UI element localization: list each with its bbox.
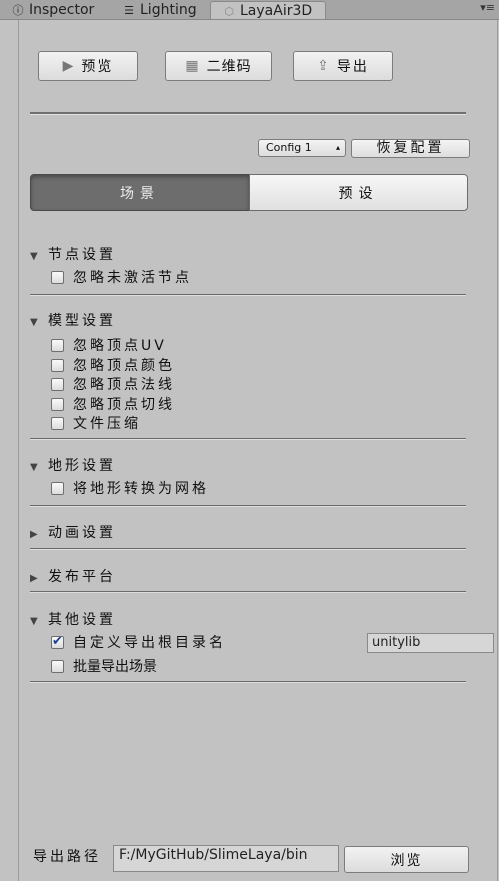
section-other-header[interactable]: ▼ 其他设置 bbox=[30, 610, 116, 630]
divider bbox=[30, 548, 466, 550]
info-icon: ⓘ bbox=[12, 4, 24, 17]
tab-inspector-label: Inspector bbox=[29, 2, 95, 18]
expanded-triangle-icon: ▼ bbox=[30, 462, 38, 473]
laya-icon: ⬡ bbox=[224, 5, 234, 18]
tab-preset[interactable]: 预设 bbox=[249, 174, 468, 211]
option-label: 自定义导出根目录名 bbox=[73, 635, 226, 651]
tab-scene[interactable]: 场景 bbox=[30, 174, 250, 211]
section-animation-title: 动画设置 bbox=[48, 525, 116, 541]
divider bbox=[30, 681, 466, 683]
option-terrain-to-mesh[interactable]: 将地形转换为网格 bbox=[51, 480, 209, 498]
option-ignore-vertex-color[interactable]: 忽略顶点颜色 bbox=[51, 357, 175, 375]
section-model-header[interactable]: ▼ 模型设置 bbox=[30, 311, 116, 331]
checkbox-checked[interactable] bbox=[51, 633, 64, 651]
option-ignore-inactive-nodes[interactable]: 忽略未激活节点 bbox=[51, 269, 192, 287]
section-animation-header[interactable]: ▶ 动画设置 bbox=[30, 523, 116, 543]
option-label: 忽略顶点颜色 bbox=[73, 358, 175, 374]
tab-layaair3d[interactable]: ⬡ LayaAir3D bbox=[210, 1, 326, 19]
section-model-title: 模型设置 bbox=[48, 313, 116, 329]
export-label: 导出 bbox=[336, 59, 369, 75]
option-ignore-vertex-tangent[interactable]: 忽略顶点切线 bbox=[51, 396, 175, 414]
config-select-value: Config 1 bbox=[266, 141, 312, 154]
checkbox[interactable] bbox=[51, 398, 64, 411]
reset-config-button[interactable]: 恢复配置 bbox=[351, 139, 470, 158]
checkbox[interactable] bbox=[51, 359, 64, 372]
checkbox[interactable] bbox=[51, 660, 64, 673]
tab-inspector[interactable]: ⓘ Inspector bbox=[12, 1, 95, 19]
option-ignore-vertex-uv[interactable]: 忽略顶点UV bbox=[51, 337, 167, 355]
expanded-triangle-icon: ▼ bbox=[30, 251, 38, 262]
section-terrain-header[interactable]: ▼ 地形设置 bbox=[30, 456, 116, 476]
option-label: 忽略顶点UV bbox=[73, 338, 167, 354]
collapsed-triangle-icon: ▶ bbox=[30, 529, 38, 540]
option-file-compression[interactable]: 文件压缩 bbox=[51, 415, 141, 433]
divider bbox=[30, 294, 466, 296]
divider bbox=[30, 112, 466, 115]
preview-button[interactable]: ▶ 预览 bbox=[38, 51, 138, 81]
checkbox[interactable] bbox=[51, 417, 64, 430]
option-label: 批量导出场景 bbox=[73, 659, 157, 675]
play-icon: ▶ bbox=[62, 58, 74, 74]
checkbox[interactable] bbox=[51, 339, 64, 352]
browse-label: 浏览 bbox=[390, 852, 423, 869]
option-label: 忽略顶点法线 bbox=[73, 377, 175, 393]
expanded-triangle-icon: ▼ bbox=[30, 317, 38, 328]
updown-arrow-icon: ▴ bbox=[335, 143, 340, 152]
section-other-title: 其他设置 bbox=[48, 612, 116, 628]
export-button[interactable]: ⇪ 导出 bbox=[293, 51, 393, 81]
qrcode-label: 二维码 bbox=[206, 59, 252, 75]
sliders-icon: ☰ bbox=[124, 4, 134, 17]
section-platform-title: 发布平台 bbox=[48, 569, 116, 585]
expanded-triangle-icon: ▼ bbox=[30, 616, 38, 627]
section-terrain-title: 地形设置 bbox=[48, 458, 116, 474]
section-platform-header[interactable]: ▶ 发布平台 bbox=[30, 567, 116, 587]
divider bbox=[30, 438, 466, 440]
tab-lighting[interactable]: ☰ Lighting bbox=[123, 1, 197, 19]
qrcode-button[interactable]: ▦ 二维码 bbox=[165, 51, 272, 81]
option-ignore-vertex-normal[interactable]: 忽略顶点法线 bbox=[51, 376, 175, 394]
root-name-input[interactable]: unitylib bbox=[367, 633, 494, 653]
config-select[interactable]: Config 1 ▴ bbox=[258, 139, 346, 157]
option-label: 将地形转换为网格 bbox=[73, 481, 209, 497]
preview-label: 预览 bbox=[81, 59, 114, 75]
divider bbox=[30, 591, 466, 593]
tab-menu-icon[interactable]: ▾≡ bbox=[480, 1, 495, 14]
tab-layaair3d-label: LayaAir3D bbox=[240, 3, 313, 19]
editor-tab-bar: ⓘ Inspector ☰ Lighting ⬡ LayaAir3D ▾≡ bbox=[0, 0, 499, 20]
checkbox[interactable] bbox=[51, 378, 64, 391]
option-label: 忽略顶点切线 bbox=[73, 397, 175, 413]
export-path-label: 导出路径 bbox=[33, 849, 101, 865]
collapsed-triangle-icon: ▶ bbox=[30, 573, 38, 584]
divider bbox=[30, 505, 466, 507]
checkbox[interactable] bbox=[51, 271, 64, 284]
option-label: 文件压缩 bbox=[73, 416, 141, 432]
section-node-title: 节点设置 bbox=[48, 247, 116, 263]
browse-button[interactable]: 浏览 bbox=[344, 846, 469, 873]
export-icon: ⇪ bbox=[317, 58, 329, 74]
section-node-header[interactable]: ▼ 节点设置 bbox=[30, 245, 116, 265]
option-batch-export-scenes[interactable]: 批量导出场景 bbox=[51, 658, 157, 676]
tab-lighting-label: Lighting bbox=[140, 2, 197, 18]
option-custom-root-name[interactable]: 自定义导出根目录名 bbox=[51, 633, 226, 652]
option-label: 忽略未激活节点 bbox=[73, 270, 192, 286]
export-path-input[interactable]: F:/MyGitHub/SlimeLaya/bin bbox=[113, 845, 339, 872]
qrcode-icon: ▦ bbox=[185, 58, 199, 74]
checkbox[interactable] bbox=[51, 482, 64, 495]
